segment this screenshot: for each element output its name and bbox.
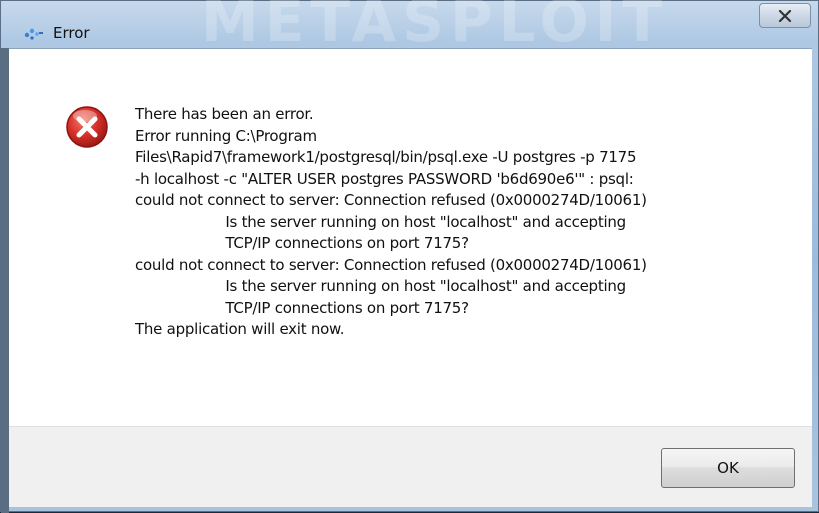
close-button[interactable] (759, 3, 811, 28)
window-left-border (1, 48, 9, 513)
close-icon (778, 9, 792, 22)
error-icon (65, 105, 109, 149)
dialog-footer: OK (9, 426, 812, 507)
app-icon (23, 25, 43, 41)
error-message: There has been an error. Error running C… (135, 105, 647, 338)
window-title: Error (53, 24, 90, 42)
dialog-body: There has been an error. Error running C… (9, 48, 812, 507)
ok-button[interactable]: OK (661, 448, 795, 488)
title-bar[interactable]: Error (1, 1, 819, 47)
error-dialog-window: METASPLOIT Error There has been an error… (0, 0, 819, 513)
